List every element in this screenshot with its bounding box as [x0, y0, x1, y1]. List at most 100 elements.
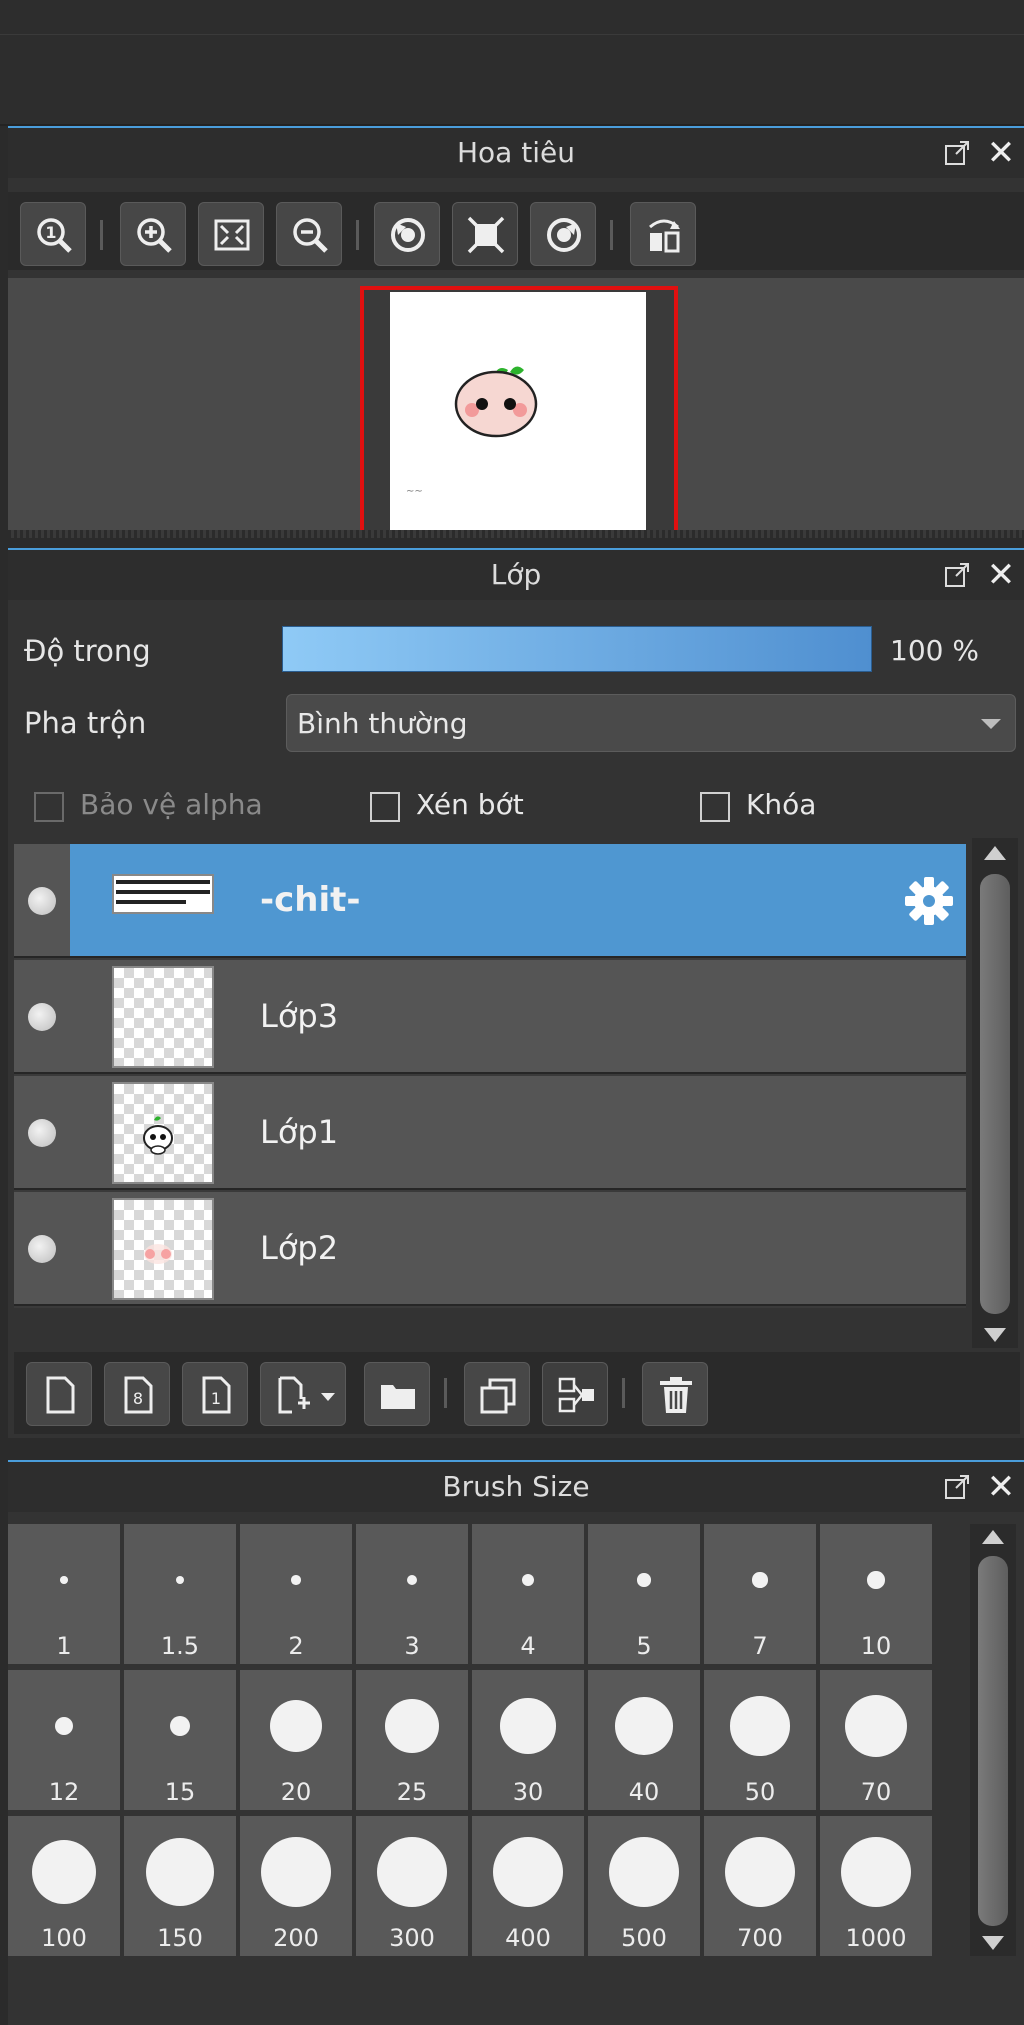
- brush-size-cell[interactable]: 100: [8, 1816, 120, 1956]
- layer-list-scrollbar[interactable]: [972, 838, 1018, 1348]
- brush-size-cell[interactable]: 400: [472, 1816, 584, 1956]
- brush-size-cell[interactable]: 30: [472, 1670, 584, 1810]
- close-icon[interactable]: ✕: [986, 136, 1016, 170]
- brush-size-cell[interactable]: 70: [820, 1670, 932, 1810]
- close-icon[interactable]: ✕: [986, 1470, 1016, 1504]
- add-layer-menu-button[interactable]: [260, 1362, 346, 1426]
- brush-size-cell[interactable]: 7: [704, 1524, 816, 1664]
- brush-preview-dot: [377, 1837, 447, 1907]
- brush-preview-dot: [175, 1575, 185, 1585]
- brush-preview-dot: [60, 1576, 68, 1584]
- opacity-slider[interactable]: [282, 626, 872, 672]
- new-layer-button[interactable]: [26, 1362, 92, 1426]
- brush-size-cell[interactable]: 200: [240, 1816, 352, 1956]
- visibility-toggle[interactable]: [14, 1076, 70, 1190]
- scrollbar-thumb[interactable]: [980, 874, 1010, 1314]
- layer-thumbnail: [112, 966, 214, 1068]
- rotate-left-button[interactable]: [374, 202, 440, 266]
- layer-row[interactable]: -chit-: [14, 844, 966, 958]
- brush-preview-dot: [637, 1573, 651, 1587]
- layer-row-body[interactable]: Lớp1: [70, 1076, 966, 1188]
- scroll-down-arrow-icon[interactable]: [984, 1328, 1006, 1342]
- brush-size-cell[interactable]: 12: [8, 1670, 120, 1810]
- fit-screen-button[interactable]: [198, 202, 264, 266]
- layer-row[interactable]: Lớp3: [14, 960, 966, 1074]
- brush-size-label: 15: [164, 1778, 196, 1806]
- brush-size-cell[interactable]: 5: [588, 1524, 700, 1664]
- rotate-right-icon: [547, 218, 581, 252]
- brush-size-cell[interactable]: 500: [588, 1816, 700, 1956]
- layer-thumbnail: [112, 1082, 214, 1184]
- blush-thumbnail: [144, 1244, 172, 1264]
- popout-icon[interactable]: [944, 140, 970, 166]
- fit-window-icon: [467, 216, 505, 254]
- fit-window-button[interactable]: [452, 202, 518, 266]
- panel-resize-handle[interactable]: [8, 530, 1024, 538]
- new-1bit-layer-button[interactable]: 1: [182, 1362, 248, 1426]
- brush-preview-dot: [609, 1837, 679, 1907]
- brush-preview-dot: [493, 1837, 563, 1907]
- brush-size-cell[interactable]: 1: [8, 1524, 120, 1664]
- add-layer-menu-icon: [278, 1376, 310, 1414]
- brush-size-cell[interactable]: 4: [472, 1524, 584, 1664]
- brush-size-cell[interactable]: 50: [704, 1670, 816, 1810]
- brush-size-cell[interactable]: 10: [820, 1524, 932, 1664]
- brush-size-cell[interactable]: 1.5: [124, 1524, 236, 1664]
- brush-size-cell[interactable]: 300: [356, 1816, 468, 1956]
- brush-size-cell[interactable]: 15: [124, 1670, 236, 1810]
- brush-size-scrollbar[interactable]: [970, 1524, 1016, 1956]
- blend-mode-value: Bình thường: [297, 707, 468, 740]
- brush-size-cell[interactable]: 20: [240, 1670, 352, 1810]
- layer-row[interactable]: Lớp2: [14, 1192, 966, 1306]
- merge-down-button[interactable]: [542, 1362, 608, 1426]
- brush-size-label: 1: [56, 1632, 72, 1660]
- layer-row-body[interactable]: Lớp2: [70, 1192, 966, 1304]
- zoom-out-button[interactable]: [276, 202, 342, 266]
- rotate-right-button[interactable]: [530, 202, 596, 266]
- brush-size-cell[interactable]: 1000: [820, 1816, 932, 1956]
- new-8bit-layer-button[interactable]: 8: [104, 1362, 170, 1426]
- brush-size-label: 500: [621, 1924, 667, 1952]
- popout-icon[interactable]: [944, 562, 970, 588]
- layer-row[interactable]: Lớp1: [14, 1076, 966, 1190]
- gear-icon[interactable]: [904, 876, 954, 926]
- brush-size-cell[interactable]: 3: [356, 1524, 468, 1664]
- brush-size-label: 150: [157, 1924, 203, 1952]
- brush-size-cell[interactable]: 150: [124, 1816, 236, 1956]
- brush-preview-dot: [867, 1571, 885, 1589]
- visibility-toggle[interactable]: [14, 1192, 70, 1306]
- visibility-toggle[interactable]: [14, 960, 70, 1074]
- layer-row-body[interactable]: -chit-: [70, 844, 966, 956]
- toolbar-separator: [610, 220, 613, 250]
- new-folder-button[interactable]: [364, 1362, 430, 1426]
- blend-mode-select[interactable]: Bình thường: [286, 694, 1016, 752]
- brush-size-cell[interactable]: 25: [356, 1670, 468, 1810]
- layer-titlebar[interactable]: Lớp ✕: [8, 550, 1024, 600]
- visibility-toggle[interactable]: [14, 844, 70, 958]
- navigator-preview-area[interactable]: ∼∼: [8, 278, 1024, 538]
- scroll-up-arrow-icon[interactable]: [982, 1530, 1004, 1544]
- brush-size-titlebar[interactable]: Brush Size ✕: [8, 1462, 1024, 1512]
- zoom-actual-button[interactable]: 1: [20, 202, 86, 266]
- brush-size-cell[interactable]: 700: [704, 1816, 816, 1956]
- close-icon[interactable]: ✕: [986, 558, 1016, 592]
- visibility-icon: [28, 1003, 56, 1031]
- brush-size-cell[interactable]: 2: [240, 1524, 352, 1664]
- zoom-in-button[interactable]: [120, 202, 186, 266]
- chevron-down-icon: [321, 1393, 335, 1401]
- brush-size-cell[interactable]: 40: [588, 1670, 700, 1810]
- layer-row-body[interactable]: Lớp3: [70, 960, 966, 1072]
- new-1bit-layer-icon: 1: [202, 1376, 231, 1414]
- duplicate-layer-button[interactable]: [464, 1362, 530, 1426]
- navigator-titlebar[interactable]: Hoa tiêu ✕: [8, 128, 1024, 178]
- delete-layer-button[interactable]: [642, 1362, 708, 1426]
- brush-size-label: 20: [280, 1778, 312, 1806]
- popout-icon[interactable]: [944, 1474, 970, 1500]
- brush-preview-dot: [752, 1572, 768, 1588]
- folder-icon: [381, 1385, 415, 1409]
- flip-horizontal-button[interactable]: [630, 202, 696, 266]
- scroll-down-arrow-icon[interactable]: [982, 1936, 1004, 1950]
- scroll-up-arrow-icon[interactable]: [984, 846, 1006, 860]
- navigator-viewport-frame[interactable]: ∼∼: [360, 286, 678, 538]
- scrollbar-thumb[interactable]: [978, 1556, 1008, 1926]
